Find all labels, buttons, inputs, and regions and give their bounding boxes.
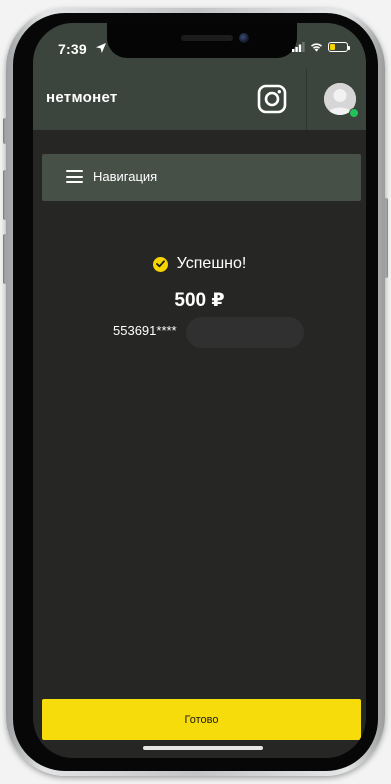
battery-level: [330, 44, 335, 50]
navigation-toggle[interactable]: Навигация: [42, 154, 361, 201]
done-button[interactable]: Готово: [42, 699, 361, 740]
battery-cap: [348, 46, 350, 50]
phone-screen: 7:39 нетмонет Навигация Успешно! 500 ₽ 5…: [33, 23, 366, 758]
check-circle-icon: [152, 256, 168, 272]
payment-amount: 500 ₽: [174, 290, 225, 311]
status-indicators: [292, 41, 350, 53]
home-indicator[interactable]: [143, 746, 263, 750]
instagram-icon[interactable]: [257, 84, 287, 114]
wifi-icon: [311, 43, 322, 52]
success-status: Успешно!: [33, 253, 366, 275]
hamburger-menu-icon: [66, 170, 83, 183]
brand-logo[interactable]: нетмонет: [46, 89, 118, 106]
location-arrow-icon: [96, 43, 106, 53]
battery-icon: [328, 42, 350, 52]
navigation-label: Навигация: [93, 169, 158, 184]
online-status-dot: [349, 108, 359, 118]
page: 7:39 нетмонет Навигация Успешно! 500 ₽ 5…: [0, 0, 391, 784]
status-time: 7:39: [58, 41, 87, 57]
app-header: нетмонет: [33, 69, 366, 130]
success-message: Успешно!: [176, 255, 247, 272]
header-divider: [306, 69, 307, 130]
card-number: 553691****: [113, 323, 177, 338]
cellular-signal-icon: [292, 42, 305, 52]
front-camera: [239, 33, 249, 43]
redacted-card-digits: [186, 317, 304, 348]
speaker-grille: [181, 35, 233, 41]
status-bar: 7:39: [33, 23, 366, 69]
notch: [107, 23, 297, 58]
